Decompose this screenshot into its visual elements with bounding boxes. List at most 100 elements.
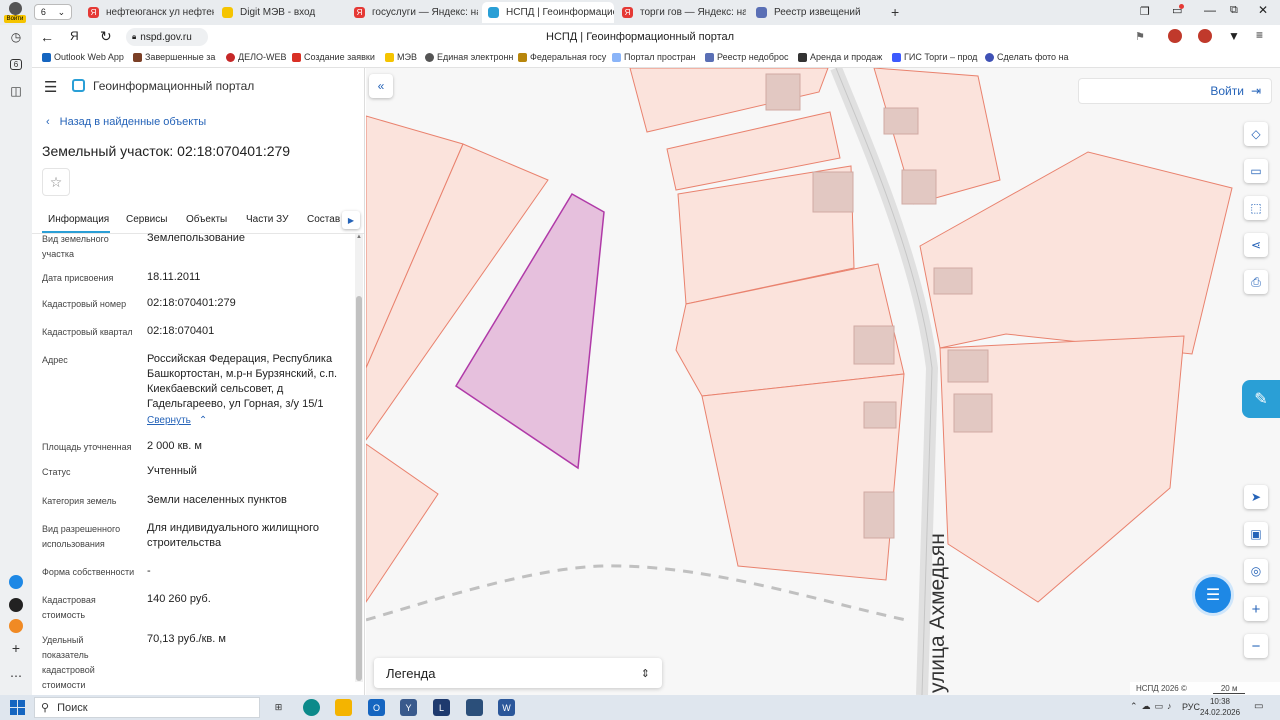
info-tabs: Информация Сервисы Объекты Части ЗУ Сост… (32, 206, 364, 234)
new-tab-button[interactable]: + (891, 4, 899, 20)
extension-icon-2[interactable] (1198, 29, 1212, 43)
bookmark-item[interactable]: Портал простран (612, 52, 696, 62)
bookmark-item[interactable]: Завершенные за (133, 52, 215, 62)
reload-icon[interactable]: ↻ (100, 28, 112, 45)
bookmark-item[interactable]: Единая электронн (425, 52, 513, 62)
app-icon-blue[interactable] (7, 573, 25, 591)
building (953, 393, 993, 433)
field-value: Для индивидуального жилищного строительс… (147, 522, 320, 549)
select-area-icon[interactable]: ⬚ (1244, 196, 1268, 220)
bookmark-item[interactable]: Реестр недоброс (705, 52, 788, 62)
hamburger-menu-icon[interactable]: ☰ (44, 78, 57, 96)
windows-start-icon[interactable] (10, 700, 25, 715)
tab-parts[interactable]: Части ЗУ (246, 214, 288, 225)
bookmark-item[interactable]: ДЕЛО-WEB (226, 52, 287, 62)
file-explorer-icon[interactable] (335, 699, 352, 716)
screenshot-icon[interactable]: ◫ (7, 82, 25, 100)
tab-objects[interactable]: Объекты (186, 214, 227, 225)
minimap-icon[interactable]: ▣ (1244, 522, 1268, 546)
tab-4[interactable]: Яторги гов — Яндекс: нашл (616, 2, 746, 23)
layers-icon[interactable]: ◇ (1244, 122, 1268, 146)
field-value: Земли населенных пунктов (147, 494, 287, 506)
system-tray[interactable]: ⌃☁▭♪ (1130, 701, 1176, 712)
tab-services[interactable]: Сервисы (126, 214, 167, 225)
zoom-out-button[interactable]: − (1244, 634, 1268, 658)
scrollbar-thumb[interactable] (356, 296, 362, 681)
tab-5[interactable]: Реестр извещений (750, 2, 880, 23)
bookmark-item[interactable]: Outlook Web App (42, 52, 124, 62)
taskbar-search-box[interactable]: ⚲ Поиск (34, 697, 260, 718)
extension-icon-1[interactable] (1168, 29, 1182, 43)
field-label: Площадь уточненная (42, 442, 132, 452)
bookmark-item[interactable]: ГИС Торги – прод (892, 52, 977, 62)
edge-icon[interactable] (303, 699, 320, 716)
minimize-button[interactable]: — (1204, 3, 1216, 17)
task-view-icon[interactable]: ⊞ (270, 699, 287, 716)
tabs-scroll-right-button[interactable]: ▶ (342, 211, 360, 229)
tab-3-active[interactable]: НСПД | Геоинформацио✕ (482, 2, 614, 23)
word-icon[interactable]: W (498, 699, 515, 716)
tab-1[interactable]: Digit МЭВ - вход (216, 2, 344, 23)
app-icon-dark[interactable] (7, 596, 25, 614)
navigation-icon[interactable]: ➤ (1244, 485, 1268, 509)
favorite-star-button[interactable]: ☆ (42, 168, 70, 196)
lync-icon[interactable]: L (433, 699, 450, 716)
yandex-browser-icon[interactable]: Я (70, 29, 79, 43)
notifications-icon[interactable]: ▭ (1172, 4, 1185, 17)
tab-0[interactable]: Янефтеюганск ул нефтеюга✕ (82, 2, 214, 23)
tab-counter[interactable]: 6 ⌄ (34, 4, 72, 20)
language-indicator[interactable]: РУС (1182, 702, 1200, 712)
login-icon: ⇥ (1250, 84, 1261, 98)
tab-collections-icon[interactable]: 6 (7, 55, 25, 73)
app-icon-orange[interactable] (7, 617, 25, 635)
add-icon[interactable]: + (7, 639, 25, 657)
print-icon[interactable]: ⎙ (1244, 270, 1268, 294)
tab-2[interactable]: Ягосуслуги — Яндекс: нашл (348, 2, 478, 23)
legend-panel[interactable]: Легенда ⇕ (374, 658, 662, 688)
panel-scrollbar[interactable]: ▲ (355, 234, 363, 682)
map-view[interactable]: улица Ахмедьян « Войти ⇥ ◇ ▭ ⬚ ⋖ ⎙ ✎ ➤ ▣ … (366, 68, 1280, 695)
chat-button[interactable]: ☰ (1192, 574, 1234, 616)
back-icon[interactable]: ← (40, 29, 54, 45)
bookmarks-icon[interactable]: ❐ (1140, 5, 1150, 18)
delo-icon (226, 52, 235, 62)
outlook-icon[interactable]: O (368, 699, 385, 716)
cadastral-map[interactable]: улица Ахмедьян (366, 68, 1280, 695)
field-label: Удельный показатель кадастровой стоимост… (42, 635, 95, 690)
scrollbar-up-arrow[interactable]: ▲ (355, 234, 363, 240)
bookmark-item[interactable]: Создание заявки (292, 52, 375, 62)
building (863, 491, 895, 539)
bookmark-item[interactable]: Аренда и продаж (798, 52, 882, 62)
tab-information[interactable]: Информация (48, 214, 109, 225)
bookmark-item[interactable]: Федеральная госу (518, 52, 606, 62)
bookmark-icon[interactable]: ⚑ (1135, 30, 1145, 43)
ruler-icon[interactable]: ▭ (1244, 159, 1268, 183)
bookmark-item[interactable]: МЭВ (385, 52, 417, 62)
url-field[interactable]: 🔒︎ nspd.gov.ru (126, 28, 208, 46)
collapse-link[interactable]: Свернуть ⌃ (147, 415, 207, 426)
portal-logo-icon (72, 79, 85, 92)
more-icon[interactable]: ⋯ (7, 667, 25, 685)
box-icon (133, 52, 142, 62)
profile-avatar[interactable]: Войти (4, 2, 26, 23)
restore-button[interactable]: ⧉ (1230, 4, 1238, 17)
clock[interactable]: 10:38 24.02.2026 (1200, 696, 1240, 718)
downloads-icon[interactable]: ▼ (1228, 29, 1240, 43)
tab-composition[interactable]: Состав (307, 214, 340, 225)
back-link[interactable]: ‹ Назад в найденные объекты (46, 116, 206, 128)
collapse-panel-button[interactable]: « (369, 74, 393, 98)
history-icon[interactable]: ◷ (7, 28, 25, 46)
building (765, 73, 801, 111)
menu-icon[interactable]: ≡ (1256, 28, 1263, 42)
document-icon (612, 52, 621, 62)
geolocation-icon[interactable]: ◎ (1244, 559, 1268, 583)
bookmark-item[interactable]: Сделать фото на (985, 52, 1069, 62)
feedback-button[interactable]: ✎ (1242, 380, 1280, 418)
notification-center-icon[interactable]: ▭ (1254, 701, 1263, 712)
zoom-in-button[interactable]: + (1244, 597, 1268, 621)
yandex-browser-icon[interactable]: Y (400, 699, 417, 716)
login-button[interactable]: Войти ⇥ (1078, 78, 1272, 104)
share-icon[interactable]: ⋖ (1244, 233, 1268, 257)
app-icon[interactable] (466, 699, 483, 716)
close-window-button[interactable]: ✕ (1258, 3, 1268, 17)
